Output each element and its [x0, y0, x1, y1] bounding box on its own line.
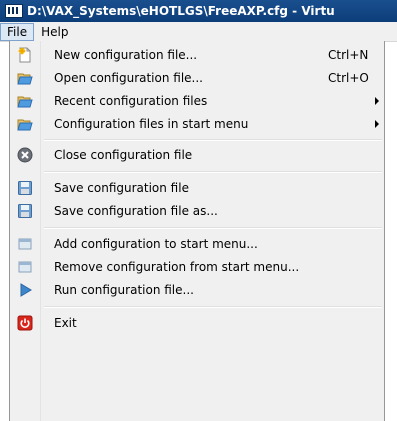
close-icon	[17, 147, 33, 163]
menu-bar: File Help	[0, 22, 397, 42]
menu-item-remove-from-start-menu[interactable]: Remove configuration from start menu...	[12, 256, 382, 278]
window-title-bar[interactable]: D:\VAX_Systems\eHOTLGS\FreeAXP.cfg - Vir…	[0, 0, 397, 22]
menu-item-label: Open configuration file...	[54, 71, 203, 85]
new-file-icon	[17, 47, 33, 63]
menu-item-exit[interactable]: Exit	[12, 312, 382, 334]
menu-item-label: Save configuration file as...	[54, 204, 218, 218]
menu-item-start-menu-configurations[interactable]: Configuration files in start menu	[12, 113, 382, 135]
submenu-arrow-icon	[375, 97, 379, 105]
menu-item-label: Run configuration file...	[54, 283, 194, 297]
menu-help[interactable]: Help	[34, 23, 75, 41]
menu-item-label: Remove configuration from start menu...	[54, 260, 300, 274]
menu-separator	[44, 227, 382, 229]
menu-item-recent-configurations[interactable]: Recent configuration files	[12, 90, 382, 112]
menu-item-open-configuration[interactable]: Open configuration file... Ctrl+O	[12, 67, 382, 89]
menu-item-save-configuration[interactable]: Save configuration file	[12, 177, 382, 199]
menu-item-label: New configuration file...	[54, 48, 198, 62]
menu-file[interactable]: File	[0, 22, 35, 41]
power-icon	[17, 315, 33, 331]
menu-item-label: Exit	[54, 316, 77, 330]
floppy-disk-icon	[17, 203, 33, 219]
menu-separator	[44, 306, 382, 308]
run-icon	[17, 282, 33, 298]
open-folder-icon	[17, 93, 33, 109]
menu-item-label: Close configuration file	[54, 148, 193, 162]
menu-item-add-to-start-menu[interactable]: Add configuration to start menu...	[12, 233, 382, 255]
window-title: D:\VAX_Systems\eHOTLGS\FreeAXP.cfg - Vir…	[27, 4, 335, 18]
floppy-disk-icon	[17, 180, 33, 196]
open-folder-icon	[17, 116, 33, 132]
file-menu-dropdown: New configuration file... Ctrl+N Open co…	[9, 41, 385, 421]
menu-separator	[44, 139, 382, 141]
menu-item-run-configuration[interactable]: Run configuration file...	[12, 279, 382, 301]
menu-item-save-configuration-as[interactable]: Save configuration file as...	[12, 200, 382, 222]
shortcut-label: Ctrl+O	[328, 71, 369, 85]
menu-item-close-configuration[interactable]: Close configuration file	[12, 144, 382, 166]
open-folder-icon	[17, 70, 33, 86]
menu-item-label: Recent configuration files	[54, 94, 208, 108]
submenu-arrow-icon	[375, 120, 379, 128]
menu-item-label: Add configuration to start menu...	[54, 237, 258, 251]
start-menu-icon	[17, 236, 33, 252]
menu-item-label: Save configuration file	[54, 181, 189, 195]
app-icon	[5, 4, 23, 18]
menu-item-label: Configuration files in start menu	[54, 117, 249, 131]
menu-separator	[44, 171, 382, 173]
shortcut-label: Ctrl+N	[328, 48, 369, 62]
menu-item-new-configuration[interactable]: New configuration file... Ctrl+N	[12, 44, 382, 66]
start-menu-icon	[17, 259, 33, 275]
